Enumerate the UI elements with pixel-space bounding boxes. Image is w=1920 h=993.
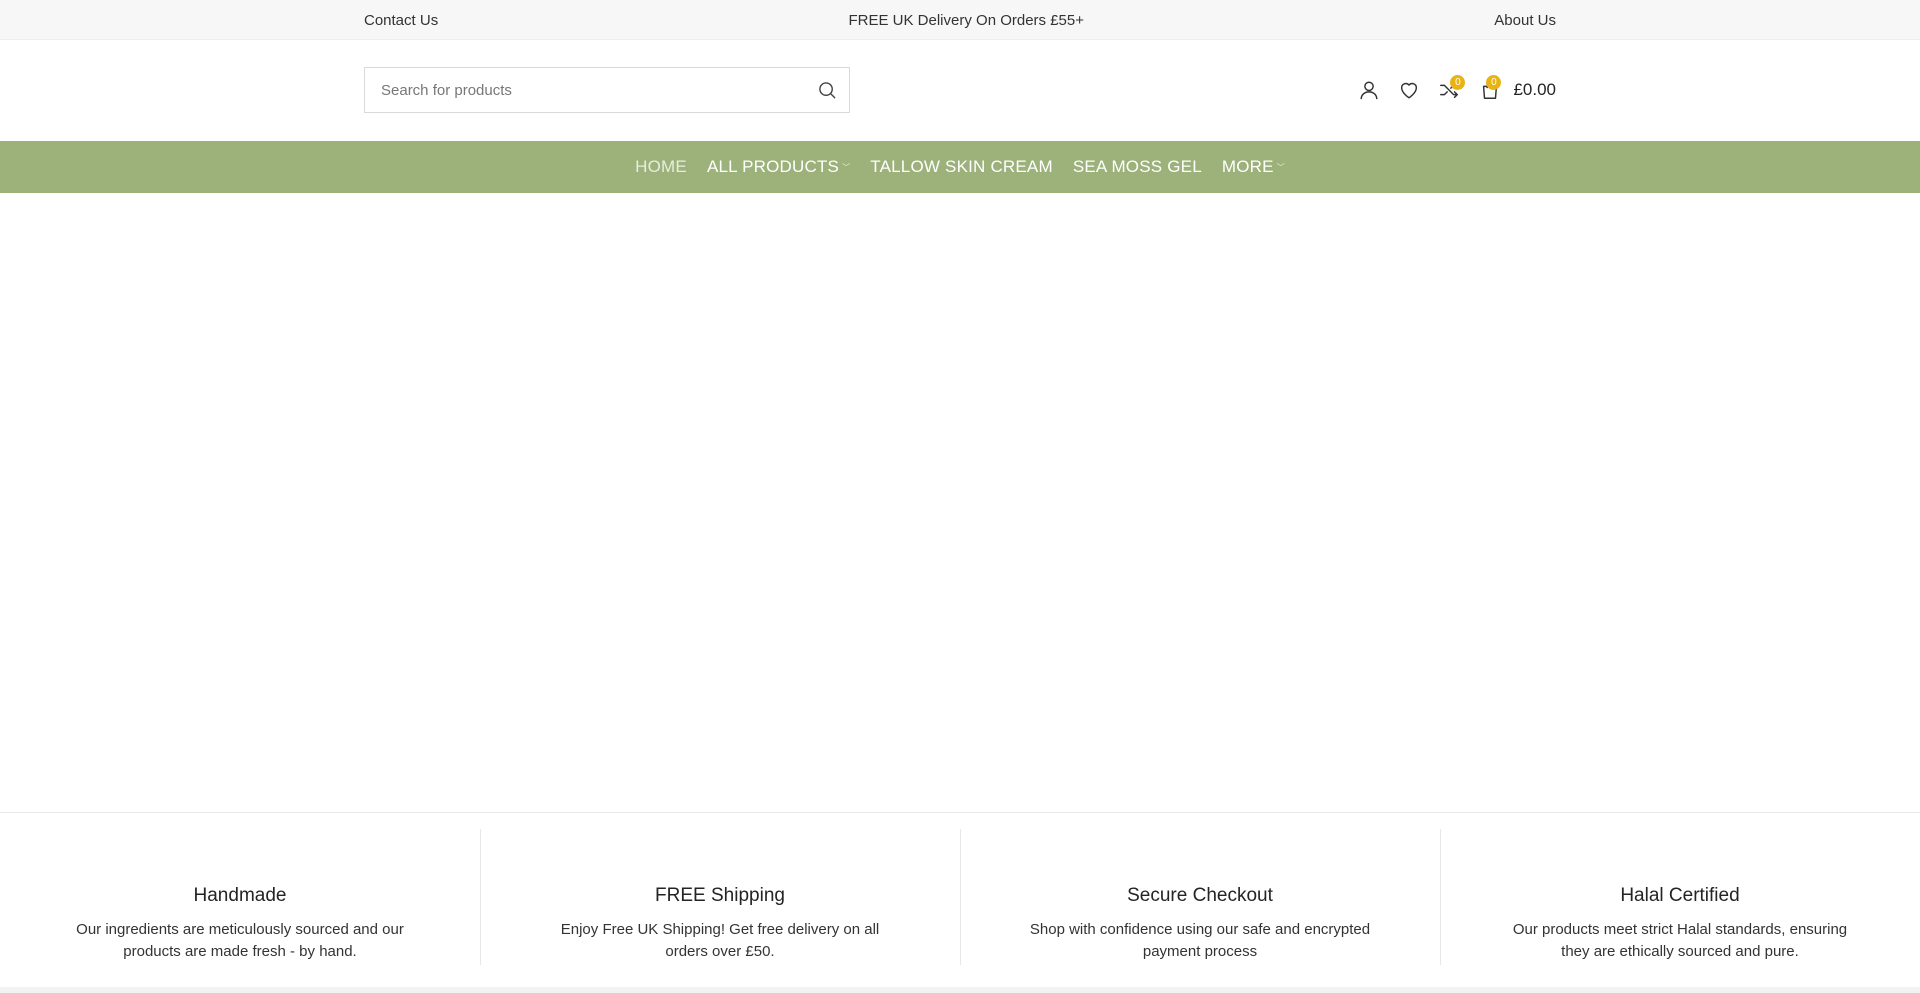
nav-item-label: TALLOW SKIN CREAM	[870, 157, 1053, 176]
chevron-down-icon: ﹀	[842, 162, 851, 172]
compare-shuffle-icon[interactable]: 0	[1429, 67, 1469, 113]
search-input[interactable]	[365, 68, 805, 112]
main-menu: HOME ALL PRODUCTS ﹀ TALLOW SKIN CREAM SEA…	[635, 157, 1285, 177]
feature-title: Secure Checkout	[1127, 885, 1273, 906]
feature-secure-checkout: Secure Checkout Shop with confidence usi…	[960, 813, 1440, 987]
feature-handmade: Handmade Our ingredients are meticulousl…	[0, 813, 480, 987]
account-icon[interactable]	[1349, 67, 1389, 113]
cart-total: £0.00	[1513, 80, 1556, 99]
nav-item-label: MORE	[1221, 157, 1274, 176]
feature-title: FREE Shipping	[655, 885, 785, 906]
nav-item-all-products[interactable]: ALL PRODUCTS ﹀	[707, 157, 850, 177]
nav-item-label: HOME	[635, 157, 687, 176]
feature-title: Halal Certified	[1620, 885, 1740, 906]
top-bar: Contact Us FREE UK Delivery On Orders £5…	[0, 0, 1920, 40]
main-navigation: HOME ALL PRODUCTS ﹀ TALLOW SKIN CREAM SEA…	[0, 141, 1920, 193]
feature-text: Our products meet strict Halal standards…	[1512, 921, 1848, 960]
chevron-down-icon: ﹀	[1276, 162, 1285, 172]
nav-item-label: ALL PRODUCTS	[706, 157, 840, 176]
cart-button[interactable]: 0 £0.00	[1475, 67, 1556, 113]
page-bottom-divider	[0, 987, 1920, 993]
feature-halal-certified: Halal Certified Our products meet strict…	[1440, 813, 1920, 987]
site-header: 0 0 £0.00	[0, 40, 1920, 141]
nav-item-home[interactable]: HOME	[635, 157, 687, 177]
feature-title: Handmade	[193, 885, 287, 906]
search-icon[interactable]	[805, 68, 849, 112]
search-form	[364, 67, 850, 113]
delivery-notice: FREE UK Delivery On Orders £55+	[848, 11, 1085, 29]
wishlist-heart-icon[interactable]	[1389, 67, 1429, 113]
feature-free-shipping: FREE Shipping Enjoy Free UK Shipping! Ge…	[480, 813, 960, 987]
cart-bag-icon[interactable]: 0	[1475, 67, 1505, 113]
nav-item-more[interactable]: MORE ﹀	[1222, 157, 1285, 177]
nav-item-sea-moss-gel[interactable]: SEA MOSS GEL	[1073, 157, 1202, 177]
feature-text: Shop with confidence using our safe and …	[1029, 921, 1371, 960]
features-strip: Handmade Our ingredients are meticulousl…	[0, 812, 1920, 987]
contact-us-link[interactable]: Contact Us	[364, 12, 438, 29]
header-tools: 0 0 £0.00	[1349, 67, 1556, 113]
feature-text: Our ingredients are meticulously sourced…	[76, 921, 404, 960]
nav-item-tallow-skin-cream[interactable]: TALLOW SKIN CREAM	[870, 157, 1053, 177]
nav-item-label: SEA MOSS GEL	[1072, 157, 1202, 176]
about-us-link[interactable]: About Us	[1494, 12, 1556, 29]
top-bar-inner: Contact Us FREE UK Delivery On Orders £5…	[364, 0, 1556, 40]
compare-count-badge: 0	[1450, 75, 1466, 90]
feature-text: Enjoy Free UK Shipping! Get free deliver…	[560, 921, 880, 960]
